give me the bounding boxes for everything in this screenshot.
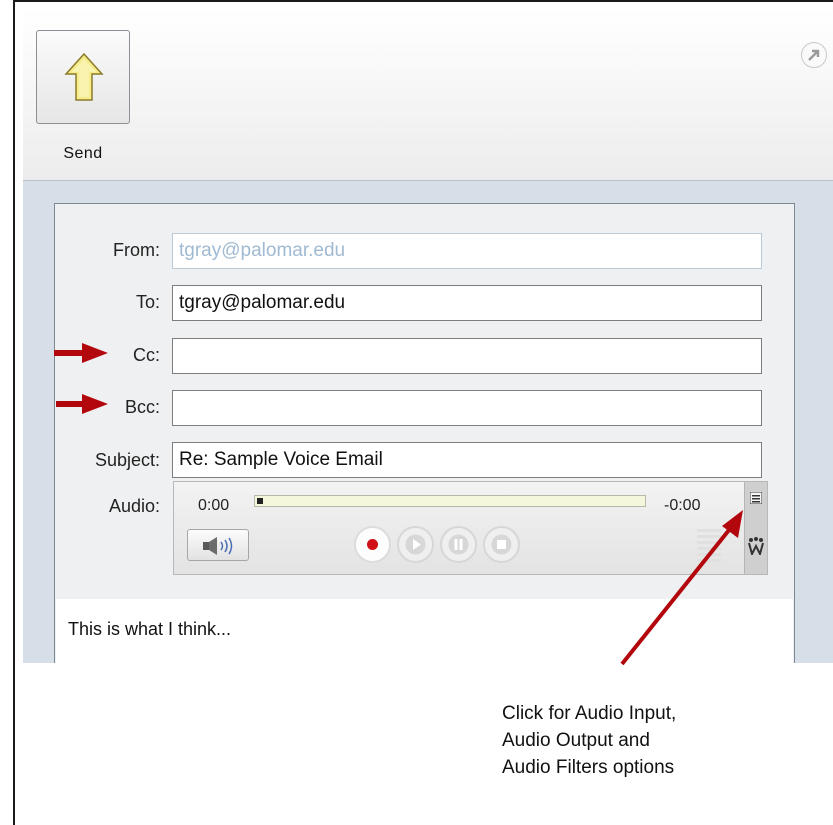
callout-text: Click for Audio Input, Audio Output and … xyxy=(502,700,676,781)
annotation-overlay xyxy=(54,343,743,666)
callout-line: Audio Filters options xyxy=(502,757,675,778)
callout-line: Audio Output and xyxy=(502,730,650,751)
settings-pointer-arrow xyxy=(620,510,743,666)
bcc-pointer-arrow xyxy=(56,394,108,414)
callout-line: Click for Audio Input, xyxy=(502,703,677,724)
cc-pointer-arrow xyxy=(54,343,108,363)
